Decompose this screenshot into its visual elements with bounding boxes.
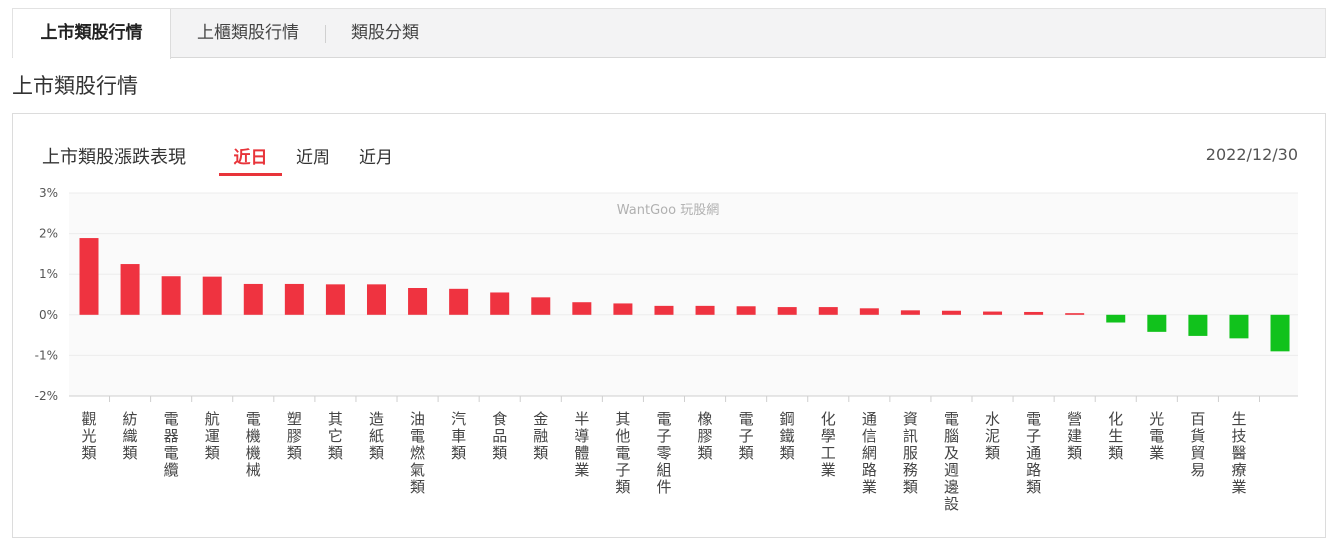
bar[interactable]: [1147, 314, 1167, 332]
bar[interactable]: [900, 310, 920, 315]
category-label: 通信網路業: [862, 410, 877, 496]
bar[interactable]: [1106, 314, 1126, 323]
category-label: 營建類: [1067, 410, 1082, 462]
bar[interactable]: [161, 276, 181, 315]
category-label: 化學工業: [821, 410, 836, 479]
y-axis-ticks: 3% 2% 1% 0% -1% -2%: [35, 186, 58, 403]
category-label: 百貨貿易: [1190, 410, 1205, 479]
category-label: 半導體業: [574, 410, 589, 479]
category-label: 電機機械: [246, 410, 261, 479]
bar[interactable]: [531, 297, 551, 315]
category-label: 航運類: [205, 410, 220, 462]
category-label: 其他電子類: [615, 410, 630, 496]
bar[interactable]: [325, 284, 345, 315]
y-tick-label: 0%: [39, 308, 58, 322]
category-label: 生技醫療業: [1231, 410, 1246, 496]
category-label: 電腦及週邊設: [944, 410, 959, 513]
bar[interactable]: [777, 307, 797, 315]
category-label: 資訊服務類: [903, 410, 918, 496]
category-label: 金融類: [533, 410, 548, 462]
category-label: 光電業: [1149, 410, 1164, 462]
bar[interactable]: [408, 288, 428, 315]
y-tick-label: 2%: [39, 227, 58, 241]
y-tick-label: 1%: [39, 267, 58, 281]
x-axis-ticks: [109, 396, 1260, 402]
bar[interactable]: [654, 305, 674, 315]
category-label: 油電燃氣類: [410, 410, 425, 496]
category-label: 電子零組件: [656, 410, 671, 496]
category-label: 食品類: [492, 410, 507, 462]
y-tick-label: -1%: [35, 348, 58, 362]
bar[interactable]: [1270, 314, 1290, 352]
category-label: 造紙類: [369, 410, 384, 462]
category-label: 塑膠類: [287, 410, 302, 462]
category-label: 水泥類: [985, 410, 1000, 462]
bar[interactable]: [1065, 313, 1085, 315]
bar[interactable]: [243, 283, 263, 315]
bar[interactable]: [1188, 314, 1208, 336]
bar[interactable]: [818, 307, 838, 315]
category-label: 橡膠類: [698, 410, 713, 462]
bar[interactable]: [1024, 311, 1044, 315]
bar[interactable]: [983, 311, 1003, 315]
sector-bar-chart: 3% 2% 1% 0% -1% -2% WantGoo 玩股網 觀光類 紡織類 電器電纜 航運類…: [35, 186, 1298, 513]
bar[interactable]: [941, 310, 961, 315]
bar[interactable]: [572, 302, 592, 315]
bar[interactable]: [120, 264, 140, 315]
bar[interactable]: [736, 306, 756, 315]
bar[interactable]: [613, 303, 633, 315]
category-label: 化生類: [1108, 410, 1123, 462]
category-label: 其它類: [328, 410, 343, 462]
bar[interactable]: [695, 305, 715, 315]
y-tick-label: 3%: [39, 186, 58, 200]
category-label: 汽車類: [451, 410, 466, 462]
category-label: 紡織類: [123, 410, 138, 462]
category-label: 鋼鐵類: [780, 410, 795, 462]
watermark-text: WantGoo 玩股網: [617, 203, 719, 218]
category-label: 電子通路類: [1026, 410, 1041, 496]
category-label: 觀光類: [81, 410, 96, 462]
category-label: 電子類: [739, 410, 754, 462]
bar[interactable]: [859, 308, 879, 315]
bar[interactable]: [1229, 314, 1249, 339]
bar[interactable]: [490, 292, 510, 315]
bar[interactable]: [366, 284, 386, 315]
bar[interactable]: [284, 283, 304, 315]
category-label: 電器電纜: [164, 410, 179, 479]
bar[interactable]: [79, 238, 99, 315]
x-axis-labels: 觀光類 紡織類 電器電纜 航運類 電機機械 塑膠類 其它類 造紙類 油電燃氣類 汽車類 食品類 金融類…: [81, 410, 1246, 513]
y-tick-label: -2%: [35, 389, 58, 403]
bar[interactable]: [202, 276, 222, 315]
bar[interactable]: [449, 288, 469, 315]
